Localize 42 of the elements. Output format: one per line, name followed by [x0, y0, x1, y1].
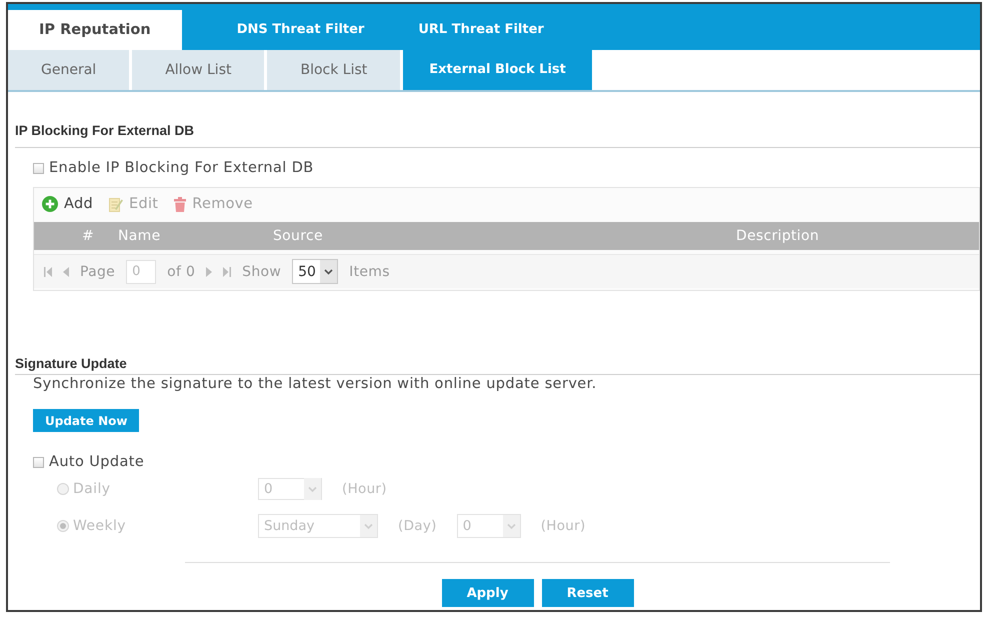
- description-text: Synchronize the signature to the latest version with online update server.: [33, 376, 598, 392]
- previous-page-icon[interactable]: [63, 266, 69, 276]
- caret-icon: [360, 515, 377, 537]
- section-title: IP Blocking For External DB: [15, 123, 194, 139]
- plus-circle-icon: [42, 196, 58, 212]
- section-title: Signature Update: [15, 356, 127, 372]
- subtab[interactable]: Block List: [267, 50, 400, 90]
- checkbox-label[interactable]: Auto Update: [49, 454, 144, 470]
- page-size-select[interactable]: 50: [292, 259, 338, 284]
- items-label: Items: [349, 264, 390, 280]
- caret-icon: [304, 478, 321, 500]
- unit-label: (Day): [398, 518, 437, 534]
- page-total: of 0: [167, 264, 196, 280]
- tab[interactable]: IP Reputation: [8, 10, 182, 50]
- column-header[interactable]: Source: [265, 227, 323, 245]
- last-page-icon[interactable]: [223, 266, 232, 276]
- unit-label: (Hour): [540, 518, 586, 534]
- notepad-pencil-icon: [108, 196, 123, 212]
- update-now-button[interactable]: Update Now: [33, 409, 140, 432]
- checkbox[interactable]: [33, 456, 44, 468]
- column-header[interactable]: Description: [728, 227, 820, 245]
- show-label: Show: [242, 264, 282, 280]
- caret-icon: [320, 260, 338, 283]
- caret-icon: [502, 515, 520, 537]
- page-label: Page: [80, 264, 116, 280]
- page-field[interactable]: 0: [126, 260, 156, 284]
- column-header[interactable]: #: [74, 227, 94, 245]
- tab[interactable]: DNS Threat Filter: [210, 10, 392, 50]
- subtab[interactable]: External Block List: [403, 50, 592, 90]
- subtab[interactable]: Allow List: [132, 50, 264, 90]
- apply-button[interactable]: Apply: [442, 579, 534, 607]
- tab[interactable]: URL Threat Filter: [391, 10, 571, 50]
- reset-button[interactable]: Reset: [542, 579, 634, 607]
- subtab[interactable]: General: [8, 50, 130, 90]
- next-page-icon[interactable]: [206, 266, 212, 276]
- checkbox[interactable]: [33, 162, 44, 174]
- add-button[interactable]: Add: [42, 196, 93, 212]
- trash-icon: [174, 196, 186, 212]
- checkbox-label[interactable]: Enable IP Blocking For External DB: [49, 160, 314, 176]
- column-header[interactable]: Name: [110, 227, 161, 245]
- unit-label: (Hour): [342, 481, 387, 497]
- first-page-icon[interactable]: [44, 266, 52, 276]
